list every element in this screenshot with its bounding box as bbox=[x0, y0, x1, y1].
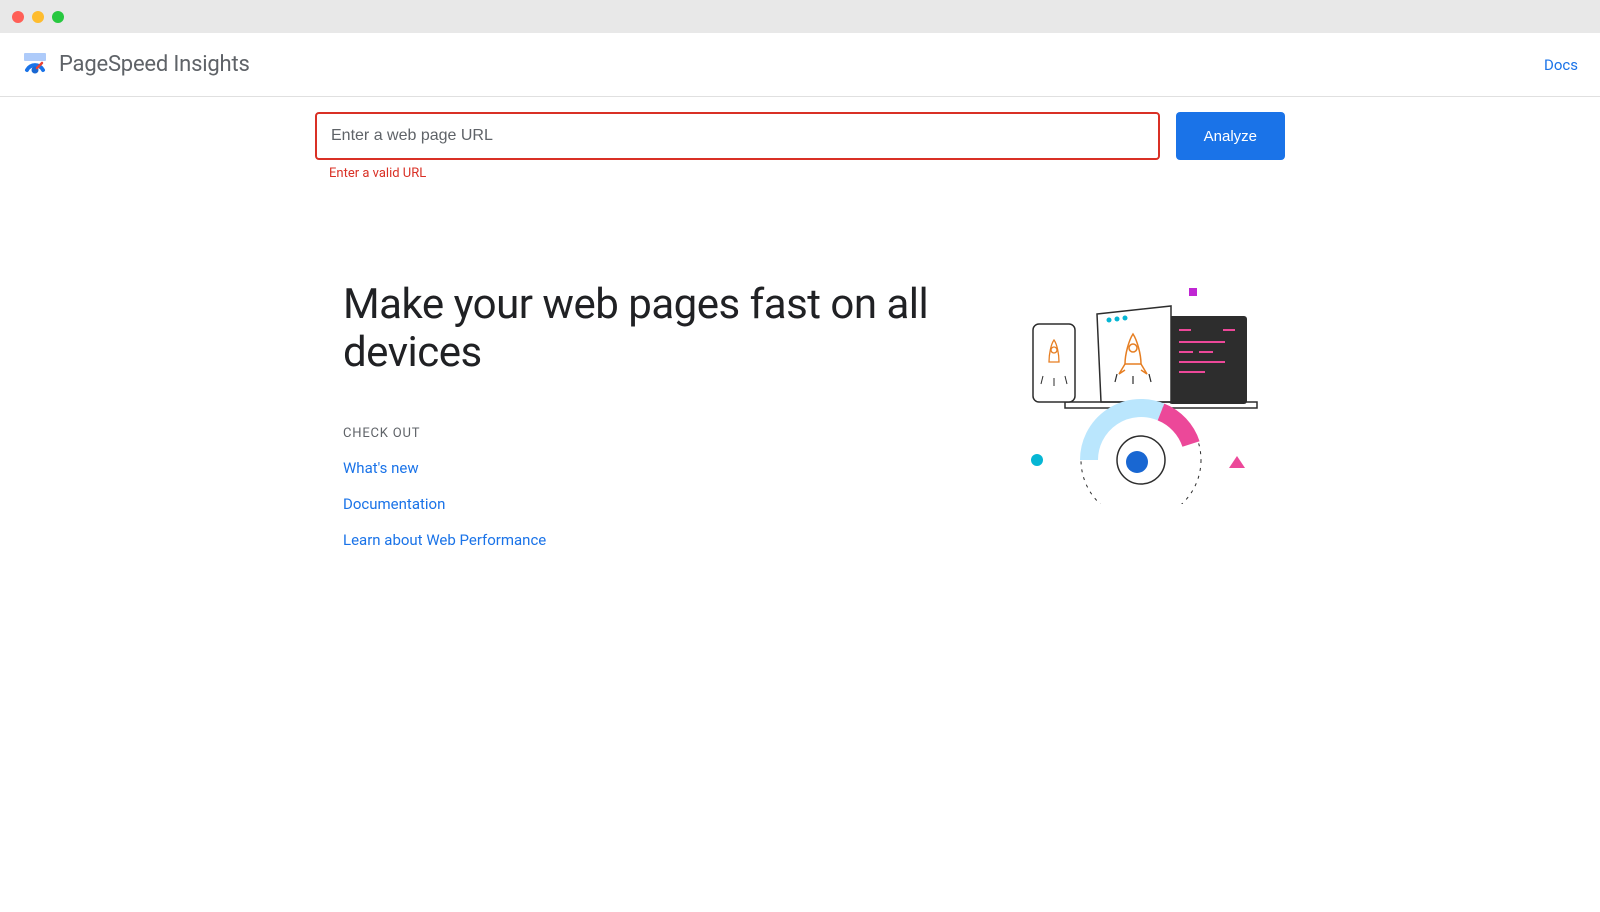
link-whats-new[interactable]: What's new bbox=[343, 459, 1025, 477]
hero-text: Make your web pages fast on all devices … bbox=[315, 281, 1025, 549]
hero-headline: Make your web pages fast on all devices bbox=[343, 281, 1025, 378]
link-web-performance[interactable]: Learn about Web Performance bbox=[343, 531, 1025, 549]
url-input-container: Enter a valid URL bbox=[315, 112, 1160, 181]
checkout-links: What's new Documentation Learn about Web… bbox=[343, 459, 1025, 549]
docs-link[interactable]: Docs bbox=[1544, 56, 1578, 74]
speed-illustration-icon bbox=[1025, 284, 1285, 504]
hero-illustration bbox=[1025, 281, 1285, 508]
link-documentation[interactable]: Documentation bbox=[343, 495, 1025, 513]
window-minimize-button[interactable] bbox=[32, 11, 44, 23]
analyze-form: Enter a valid URL Analyze bbox=[315, 112, 1285, 181]
hero-section: Make your web pages fast on all devices … bbox=[315, 281, 1285, 549]
url-input-error: Enter a valid URL bbox=[329, 166, 1160, 181]
window-titlebar bbox=[0, 0, 1600, 33]
analyze-button[interactable]: Analyze bbox=[1176, 112, 1285, 160]
window-close-button[interactable] bbox=[12, 11, 24, 23]
app-title: PageSpeed Insights bbox=[59, 52, 250, 77]
checkout-label: CHECK OUT bbox=[343, 426, 1025, 441]
header-brand: PageSpeed Insights bbox=[22, 52, 250, 78]
url-input[interactable] bbox=[315, 112, 1160, 160]
pagespeed-logo-icon bbox=[22, 52, 48, 78]
app-header: PageSpeed Insights Docs bbox=[0, 33, 1600, 97]
window-maximize-button[interactable] bbox=[52, 11, 64, 23]
